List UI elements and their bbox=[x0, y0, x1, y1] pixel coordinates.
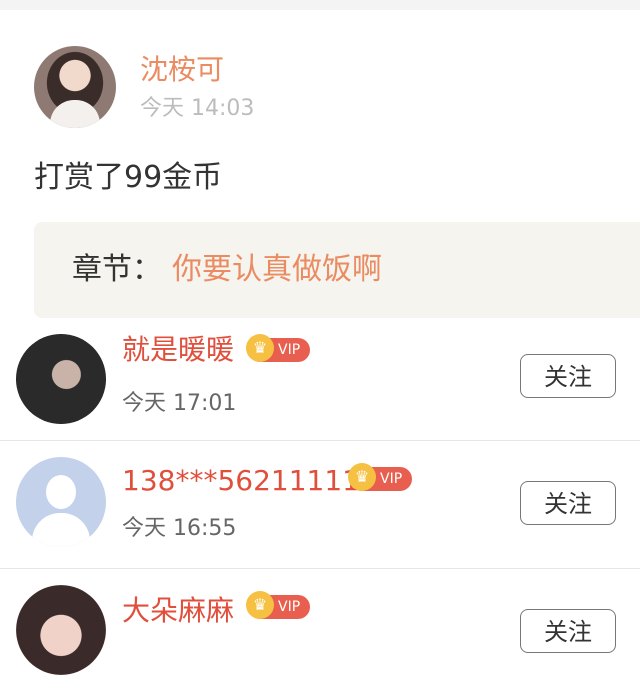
follow-button[interactable]: 关注 bbox=[520, 354, 616, 398]
chapter-label: 章节： bbox=[72, 252, 162, 287]
avatar[interactable] bbox=[16, 457, 106, 547]
comment-row: 大朵麻麻 ♛ VIP 关注 bbox=[0, 568, 640, 695]
crown-icon: ♛ bbox=[246, 334, 274, 362]
comment-time: 今天 16:55 bbox=[122, 516, 237, 541]
chapter-title[interactable]: 你要认真做饭啊 bbox=[172, 250, 382, 290]
comment-row: 138***56211111 ♛ VIP 今天 16:55 关注 bbox=[0, 440, 640, 567]
avatar[interactable] bbox=[16, 334, 106, 424]
avatar[interactable] bbox=[16, 585, 106, 675]
chapter-card[interactable]: 章节： 你要认真做饭啊 bbox=[34, 222, 640, 318]
comment-row: 就是暖暖 ♛ VIP 今天 17:01 关注 bbox=[0, 320, 640, 446]
follow-button[interactable]: 关注 bbox=[520, 609, 616, 653]
vip-label: VIP bbox=[278, 342, 301, 358]
follow-button[interactable]: 关注 bbox=[520, 481, 616, 525]
post-time: 今天 14:03 bbox=[140, 96, 255, 121]
vip-badge: ♛ VIP bbox=[246, 591, 311, 619]
vip-badge: ♛ VIP bbox=[246, 334, 311, 362]
crown-icon: ♛ bbox=[246, 591, 274, 619]
comment-time: 今天 17:01 bbox=[122, 391, 237, 416]
vip-badge: ♛ VIP bbox=[348, 463, 413, 491]
user-name[interactable]: 就是暖暖 bbox=[122, 332, 234, 368]
top-bar bbox=[0, 0, 640, 10]
author-name[interactable]: 沈桉可 bbox=[140, 52, 224, 88]
vip-label: VIP bbox=[380, 471, 403, 487]
user-name[interactable]: 大朵麻麻 bbox=[122, 593, 234, 629]
post-content: 打赏了99金币 bbox=[34, 160, 223, 195]
user-name[interactable]: 138***56211111 bbox=[122, 463, 360, 499]
crown-icon: ♛ bbox=[348, 463, 376, 491]
author-avatar[interactable] bbox=[34, 46, 116, 128]
default-avatar-body bbox=[32, 513, 90, 547]
vip-label: VIP bbox=[278, 599, 301, 615]
default-avatar-head bbox=[46, 475, 76, 509]
